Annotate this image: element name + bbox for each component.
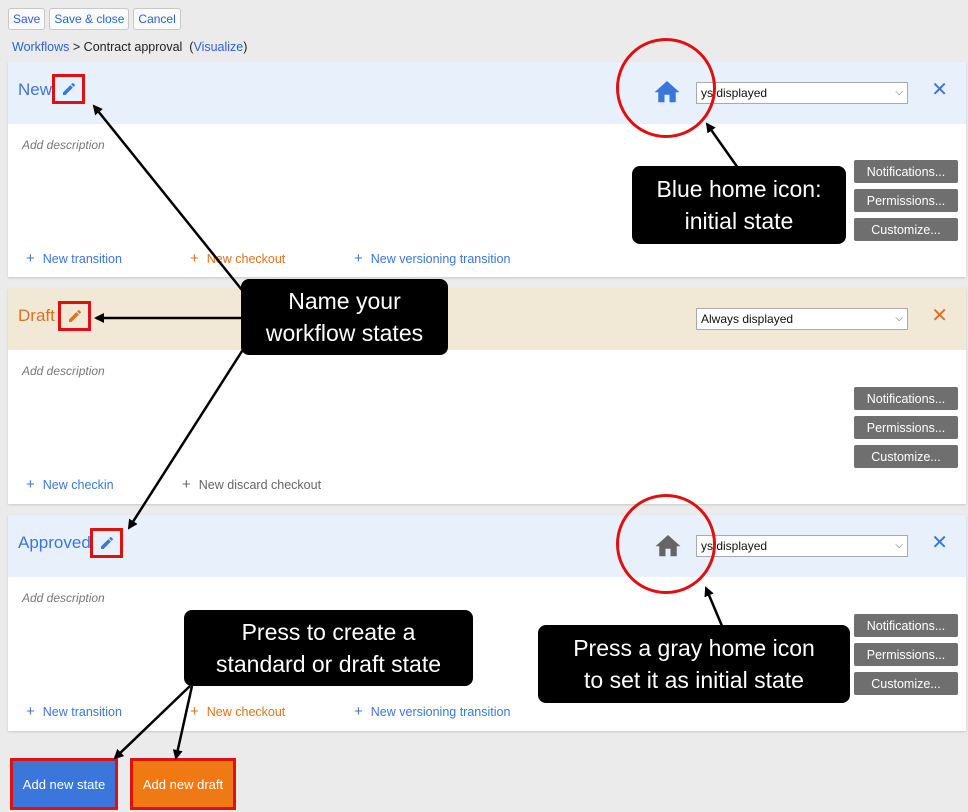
breadcrumb-current: Contract approval: [83, 40, 183, 54]
pencil-edit-button[interactable]: [52, 74, 85, 104]
close-icon[interactable]: ✕: [931, 306, 948, 326]
callout-line: Press to create a: [241, 619, 416, 645]
add-new-draft-label: Add new draft: [133, 761, 233, 807]
display-select[interactable]: Always displayed ⌵: [696, 308, 908, 330]
plus-icon: +: [26, 250, 35, 267]
new-transition-link[interactable]: + New transition: [26, 250, 190, 267]
plus-icon: +: [26, 476, 35, 493]
plus-icon: +: [182, 476, 191, 493]
plus-icon: +: [190, 250, 199, 267]
pencil-icon: [100, 536, 113, 549]
state-side-buttons: Notifications... Permissions... Customiz…: [854, 160, 958, 241]
new-checkout-label: New checkout: [206, 252, 286, 266]
new-versioning-transition-label: New versioning transition: [370, 252, 511, 266]
callout-line: standard or draft state: [215, 651, 441, 677]
new-discard-checkout-label: New discard checkout: [198, 478, 322, 492]
add-new-state-label: Add new state: [13, 761, 115, 807]
breadcrumb: Workflows > Contract approval (Visualize…: [12, 40, 247, 54]
new-discard-checkout-link[interactable]: + New discard checkout: [182, 476, 321, 493]
pencil-icon: [62, 82, 75, 95]
pencil-edit-button[interactable]: [90, 528, 123, 558]
customize-button[interactable]: Customize...: [854, 445, 958, 468]
chevron-down-icon: ⌵: [895, 540, 903, 551]
add-new-state-button[interactable]: Add new state: [10, 758, 118, 810]
new-checkout-link[interactable]: + New checkout: [190, 250, 354, 267]
state-side-buttons: Notifications... Permissions... Customiz…: [854, 614, 958, 695]
breadcrumb-paren-close: ): [243, 40, 248, 54]
home-highlight-circle: [616, 494, 716, 594]
display-select[interactable]: ys displayed ⌵: [696, 82, 908, 104]
callout-gray-home: Press a gray home icon to set it as init…: [538, 625, 850, 703]
pencil-edit-button[interactable]: [58, 301, 91, 331]
state-header: Approved ys displayed ⌵ ✕: [8, 515, 966, 577]
plus-icon: +: [354, 250, 363, 267]
pencil-icon: [68, 309, 81, 322]
save-close-button[interactable]: Save & close: [49, 8, 130, 30]
notifications-button[interactable]: Notifications...: [854, 614, 958, 637]
new-checkin-label: New checkin: [42, 478, 114, 492]
permissions-button[interactable]: Permissions...: [854, 189, 958, 212]
close-icon[interactable]: ✕: [931, 533, 948, 553]
plus-icon: +: [26, 703, 35, 720]
state-card-draft: Draft Always displayed ⌵ ✕ Add descripti…: [8, 288, 966, 504]
transition-links: + New transition + New checkout + New versi…: [26, 250, 510, 267]
plus-icon: +: [190, 703, 199, 720]
plus-icon: +: [354, 703, 363, 720]
new-transition-label: New transition: [42, 252, 122, 266]
visualize-link[interactable]: Visualize: [193, 40, 243, 54]
description-field[interactable]: Add description: [22, 138, 105, 152]
callout-line: Name your: [288, 288, 401, 314]
chevron-down-icon: ⌵: [895, 87, 903, 98]
state-name[interactable]: Approved: [18, 533, 91, 553]
breadcrumb-paren-open: (: [182, 40, 194, 54]
customize-button[interactable]: Customize...: [854, 672, 958, 695]
callout-line: initial state: [684, 208, 794, 234]
add-new-draft-button[interactable]: Add new draft: [130, 758, 236, 810]
display-select-value: Always displayed: [701, 312, 794, 326]
home-highlight-circle: [616, 38, 716, 138]
state-header: Draft Always displayed ⌵ ✕: [8, 288, 966, 350]
customize-button[interactable]: Customize...: [854, 218, 958, 241]
permissions-button[interactable]: Permissions...: [854, 416, 958, 439]
new-transition-link[interactable]: + New transition: [26, 703, 190, 720]
new-checkin-link[interactable]: + New checkin: [26, 476, 182, 493]
transition-links: + New transition + New checkout + New versi…: [26, 703, 510, 720]
new-versioning-transition-link[interactable]: + New versioning transition: [354, 250, 510, 267]
new-checkout-label: New checkout: [206, 705, 286, 719]
description-field[interactable]: Add description: [22, 591, 105, 605]
display-select[interactable]: ys displayed ⌵: [696, 535, 908, 557]
close-icon[interactable]: ✕: [931, 80, 948, 100]
callout-initial-state: Blue home icon: initial state: [632, 166, 846, 244]
callout-line: Press a gray home icon: [573, 635, 815, 661]
new-versioning-transition-label: New versioning transition: [370, 705, 511, 719]
state-name[interactable]: Draft: [18, 306, 55, 326]
chevron-down-icon: ⌵: [895, 313, 903, 324]
callout-line: workflow states: [265, 320, 424, 346]
callout-line: to set it as initial state: [584, 667, 804, 693]
transition-links: + New checkin + New discard checkout: [26, 476, 321, 493]
breadcrumb-workflows-link[interactable]: Workflows: [12, 40, 69, 54]
toolbar: Save Save & close Cancel: [8, 8, 181, 30]
callout-create-state: Press to create a standard or draft stat…: [184, 610, 473, 686]
state-name[interactable]: New: [18, 80, 52, 100]
new-transition-label: New transition: [42, 705, 122, 719]
callout-name-states: Name your workflow states: [241, 279, 448, 355]
new-checkout-link[interactable]: + New checkout: [190, 703, 354, 720]
state-side-buttons: Notifications... Permissions... Customiz…: [854, 387, 958, 468]
state-header: New ys displayed ⌵ ✕: [8, 62, 966, 124]
notifications-button[interactable]: Notifications...: [854, 160, 958, 183]
save-button[interactable]: Save: [8, 8, 46, 30]
breadcrumb-separator: >: [69, 40, 84, 54]
notifications-button[interactable]: Notifications...: [854, 387, 958, 410]
description-field[interactable]: Add description: [22, 364, 105, 378]
new-versioning-transition-link[interactable]: + New versioning transition: [354, 703, 510, 720]
permissions-button[interactable]: Permissions...: [854, 643, 958, 666]
cancel-button[interactable]: Cancel: [133, 8, 181, 30]
callout-line: Blue home icon:: [656, 176, 822, 202]
